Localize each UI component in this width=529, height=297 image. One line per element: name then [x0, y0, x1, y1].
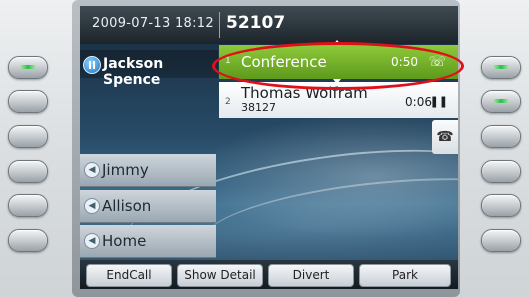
speed-dial-allison[interactable]: ◀ Allison: [80, 190, 216, 223]
show-detail-softkey[interactable]: Show Detail: [177, 264, 263, 287]
speed-dial-icon: ◀: [84, 162, 100, 178]
end-call-tab[interactable]: ☎: [432, 120, 458, 154]
session-button-6[interactable]: [481, 229, 521, 252]
handset-icon: ☎: [436, 129, 454, 145]
call-timer: 0:06: [405, 95, 432, 109]
speed-dial-jimmy[interactable]: ◀ Jimmy: [80, 154, 216, 187]
softkey-bar: EndCall Show Detail Divert Park: [80, 260, 458, 289]
header-divider: [219, 12, 220, 38]
line-button-6[interactable]: [8, 229, 48, 252]
line-button-4[interactable]: [8, 160, 48, 183]
line-button-5[interactable]: [8, 194, 48, 217]
date-time: 2009-07-13 18:12: [92, 16, 214, 31]
session-button-5[interactable]: [481, 194, 521, 217]
line-label[interactable]: Jackson Spence: [80, 50, 218, 88]
session-led-on: [493, 65, 509, 69]
speed-dial-label: Jimmy: [102, 161, 149, 179]
extension-number: 52107: [226, 13, 286, 33]
speed-dial-label: Home: [102, 232, 147, 250]
hold-icon: ❚❚: [429, 95, 448, 108]
line-button-1[interactable]: [8, 56, 48, 79]
status-header: 2009-07-13 18:12 52107: [80, 6, 458, 44]
endcall-softkey[interactable]: EndCall: [86, 264, 172, 287]
line-led-on: [20, 65, 36, 69]
session-button-3[interactable]: [481, 125, 521, 148]
speed-dial-home[interactable]: ◀ Home: [80, 225, 216, 258]
park-softkey[interactable]: Park: [359, 264, 451, 287]
annotation-highlight-ellipse: [212, 42, 464, 90]
line-button-3[interactable]: [8, 125, 48, 148]
session-button-1[interactable]: [481, 56, 521, 79]
call-index: 2: [225, 97, 231, 107]
call-number: 38127: [241, 101, 276, 114]
speed-dial-label: Allison: [102, 197, 152, 215]
session-button-2[interactable]: [481, 90, 521, 113]
pause-line-icon: [83, 56, 101, 74]
speed-dial-icon: ◀: [84, 198, 100, 214]
line-button-2[interactable]: [8, 90, 48, 113]
speed-dial-icon: ◀: [84, 233, 100, 249]
session-button-4[interactable]: [481, 160, 521, 183]
session-led-on: [493, 99, 509, 103]
line-name: Jackson Spence: [103, 56, 164, 88]
divert-softkey[interactable]: Divert: [268, 264, 354, 287]
